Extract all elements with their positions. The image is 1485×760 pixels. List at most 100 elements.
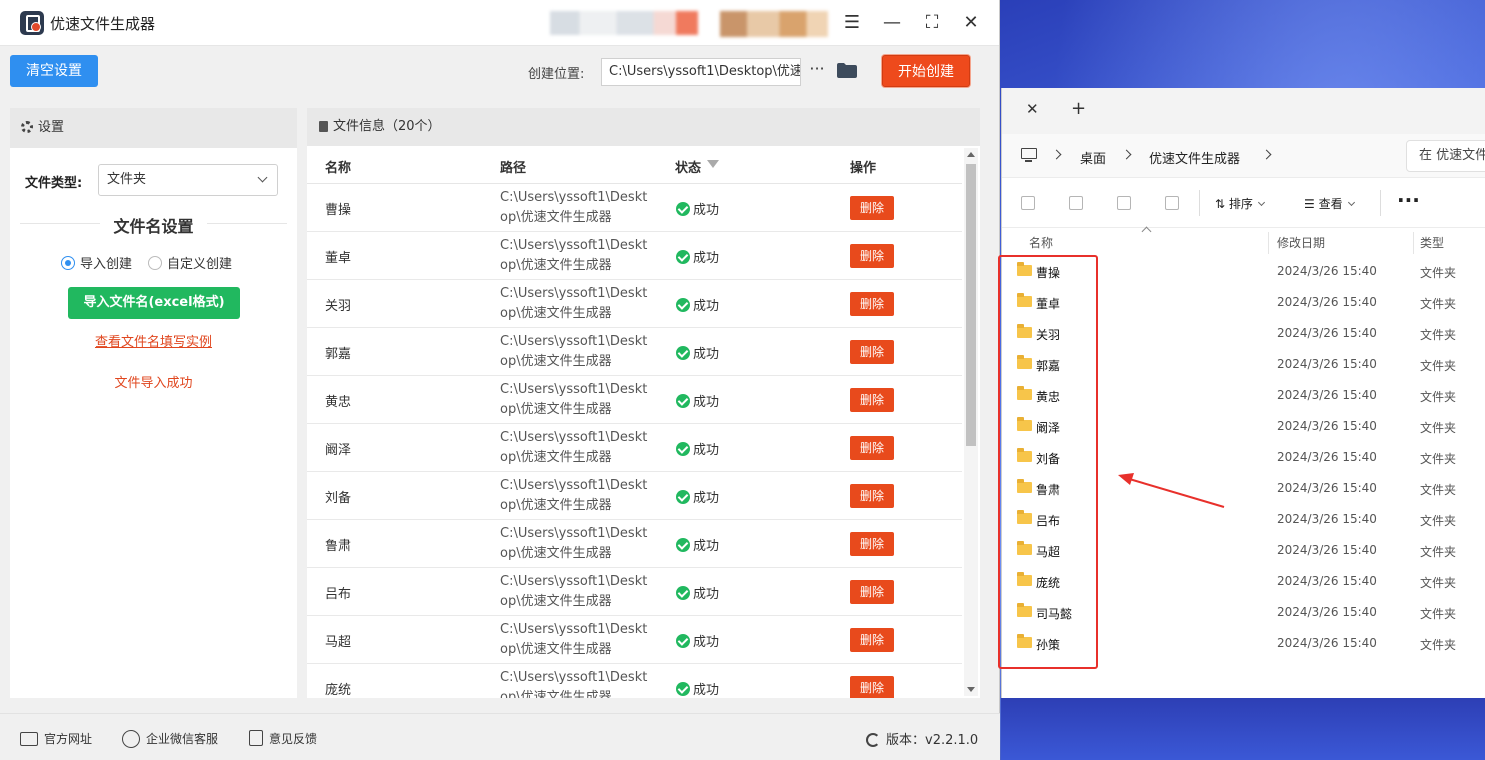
delete-button[interactable]: 删除 [850,340,894,364]
success-check-icon [676,442,690,456]
settings-header: 设置 [10,108,297,148]
item-date: 2024/3/26 15:40 [1277,574,1377,588]
share-icon[interactable] [1117,196,1131,210]
divider [1380,190,1381,216]
close-tab-icon[interactable]: ✕ [1026,100,1039,118]
file-info-header: 文件信息（20个） [307,108,980,146]
delete-button[interactable]: 删除 [850,436,894,460]
computer-icon[interactable] [1021,148,1037,162]
breadcrumb-folder[interactable]: 优速文件生成器 [1149,148,1240,167]
row-name: 曹操 [325,203,352,218]
row-path: C:\Users\yssoft1\Desktop\优速文件生成器 [500,526,648,561]
divider [1199,190,1200,216]
success-check-icon [676,346,690,360]
chevron-right-icon [1121,149,1132,160]
start-create-button[interactable]: 开始创建 [882,55,970,87]
browse-more-button[interactable]: ··· [806,56,828,84]
feedback-icon [249,730,263,746]
rename-icon[interactable] [1069,196,1083,210]
radio-import-create[interactable]: 导入创建 [61,253,132,272]
row-name: 庞统 [325,683,352,698]
delete-button[interactable]: 删除 [850,580,894,604]
divider [1413,232,1414,254]
website-link[interactable]: 官方网址 [20,730,92,747]
radio-checked-icon[interactable] [61,256,75,270]
delete-button[interactable]: 删除 [850,484,894,508]
row-status-label: 成功 [693,395,720,410]
row-path: C:\Users\yssoft1\Desktop\优速文件生成器 [500,478,648,513]
row-name: 马超 [325,635,352,650]
col-type-header[interactable]: 类型 [1420,234,1444,251]
delete-button[interactable]: 删除 [850,388,894,412]
item-type: 文件夹 [1420,328,1457,342]
chat-icon [122,730,140,748]
delete-button[interactable]: 删除 [850,244,894,268]
version-label: 版本：v2.2.1.0 [886,733,979,748]
breadcrumb-desktop[interactable]: 桌面 [1080,148,1106,167]
delete-button[interactable]: 删除 [850,292,894,316]
example-link[interactable]: 查看文件名填写实例 [10,331,297,350]
scroll-up-icon[interactable] [967,152,975,157]
scroll-down-icon[interactable] [967,687,975,692]
col-name-header[interactable]: 名称 [1029,234,1053,251]
file-info-title: 文件信息（20个） [333,119,441,134]
row-status: 成功 [676,487,719,506]
scroll-thumb[interactable] [966,164,976,446]
row-status-label: 成功 [693,635,720,650]
success-check-icon [676,490,690,504]
more-options-button[interactable]: ··· [1397,188,1420,212]
minimize-button[interactable]: — [879,10,905,36]
clear-settings-button[interactable]: 清空设置 [10,55,98,87]
wechat-service-link[interactable]: 企业微信客服 [122,730,218,748]
sort-ascending-icon [1141,226,1152,237]
delete-icon[interactable] [1165,196,1179,210]
gear-icon [21,121,33,133]
row-status: 成功 [676,391,719,410]
file-type-select[interactable]: 文件夹 [98,164,278,196]
version-info[interactable]: 版本：v2.2.1.0 [866,729,978,748]
import-filenames-button[interactable]: 导入文件名(excel格式) [68,287,240,319]
new-tab-icon[interactable]: + [1071,98,1086,119]
file-type-value: 文件夹 [107,172,147,187]
delete-button[interactable]: 删除 [850,676,894,698]
filter-icon[interactable] [707,160,719,168]
file-table: 名称 路径 状态 操作 曹操 C:\Users\yssoft1\Desktop\优… [307,146,962,698]
col-status-header: 状态 [675,161,702,176]
radio-custom-label: 自定义创建 [167,257,233,272]
close-button[interactable]: ✕ [958,10,984,36]
col-date-header[interactable]: 修改日期 [1277,234,1325,251]
row-name: 郭嘉 [325,347,352,362]
item-date: 2024/3/26 15:40 [1277,357,1377,371]
radio-custom-create[interactable]: 自定义创建 [148,253,232,272]
row-status-label: 成功 [693,491,720,506]
sort-button[interactable]: ⇅ 排序 [1215,195,1265,212]
menu-icon[interactable]: ☰ [839,10,865,36]
delete-button[interactable]: 删除 [850,532,894,556]
view-button[interactable]: ☰ 查看 [1304,195,1355,212]
radio-unchecked-icon[interactable] [148,256,162,270]
location-input[interactable]: C:\Users\yssoft1\Desktop\优速 [601,58,801,86]
item-date: 2024/3/26 15:40 [1277,481,1377,495]
row-name: 阚泽 [325,443,352,458]
table-scrollbar[interactable] [964,148,978,696]
paste-icon[interactable] [1021,196,1035,210]
feedback-label: 意见反馈 [269,732,318,746]
sort-label: 排序 [1228,197,1253,211]
item-type: 文件夹 [1420,483,1457,497]
feedback-link[interactable]: 意见反馈 [249,730,317,747]
row-name: 吕布 [325,587,352,602]
row-name: 鲁肃 [325,539,352,554]
blurred-avatar [720,11,828,37]
maximize-button[interactable]: ⛶ [919,10,945,36]
delete-button[interactable]: 删除 [850,628,894,652]
item-date: 2024/3/26 15:40 [1277,543,1377,557]
view-label: 查看 [1318,197,1343,211]
row-name: 董卓 [325,251,352,266]
explorer-search-input[interactable]: 在 优速文件 [1406,140,1485,172]
open-folder-icon[interactable] [837,63,857,78]
location-label: 创建位置: [528,67,585,82]
item-date: 2024/3/26 15:40 [1277,636,1377,650]
delete-button[interactable]: 删除 [850,196,894,220]
website-icon [20,732,38,746]
item-date: 2024/3/26 15:40 [1277,295,1377,309]
